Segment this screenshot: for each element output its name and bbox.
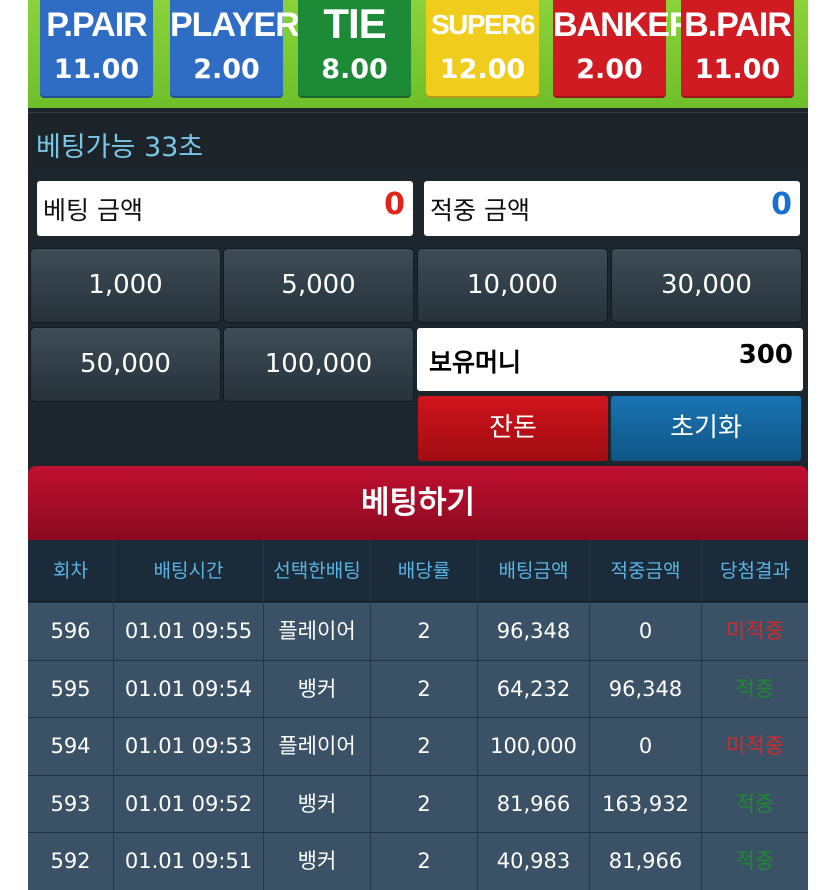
betting-status-bar: 베팅가능 33초 [28,112,808,172]
win-amount-label: 적중 금액 [430,196,530,225]
balance-label: 보유머니 [429,348,522,377]
bet-option-odds: 11.00 [53,54,140,85]
cell-result: 미적중 [701,718,808,776]
bet-option-name: SUPER6 [430,9,536,40]
chip-100000-button[interactable]: 100,000 [223,327,414,402]
cell-bet: 64,232 [477,660,589,718]
chip-50000-button[interactable]: 50,000 [30,327,221,402]
cell-time: 01.01 09:53 [113,718,263,776]
cell-result: 미적중 [701,603,808,660]
bet-option-banker[interactable]: BANKER 2.00 [553,0,693,98]
bet-option-odds: 11.00 [694,54,781,85]
reset-button[interactable]: 초기화 [611,396,801,461]
betting-countdown: 베팅가능 33초 [36,132,204,163]
bet-amount-value: 0 [384,187,405,222]
cell-time: 01.01 09:55 [113,603,263,660]
cell-round: 593 [50,791,91,816]
cell-win: 163,932 [589,775,701,833]
cell-result: 적중 [701,833,808,890]
cell-pick: 플레이어 [263,718,370,776]
cell-time: 01.01 09:52 [113,775,263,833]
bet-option-super6[interactable]: SUPER6 12.00 [426,0,539,98]
chip-5000-button[interactable]: 5,000 [223,248,414,323]
cell-win: 81,966 [589,833,701,890]
cell-time: 01.01 09:54 [113,660,263,718]
table-row: 593 01.01 09:52 뱅커 2 81,966 163,932 적중 [28,774,808,833]
cell-win: 0 [589,603,701,660]
bet-amount-label: 베팅 금액 [43,196,143,225]
bet-option-name: TIE [323,0,386,47]
header-win: 적중금액 [589,540,701,602]
cell-result: 적중 [701,775,808,833]
bet-option-name: BANKER [553,6,693,44]
change-button[interactable]: 잔돈 [418,396,608,461]
bet-option-banker-pair[interactable]: B.PAIR 11.00 [681,0,794,98]
cell-bet: 81,966 [477,775,589,833]
cell-round: 594 [50,734,91,759]
cell-round: 592 [50,849,91,874]
bet-option-name: B.PAIR [684,6,792,44]
cell-pick: 뱅커 [263,775,370,833]
cell-pick: 뱅커 [263,833,370,890]
cell-round: 595 [50,676,91,701]
win-amount-box: 적중 금액 0 [424,181,800,236]
bet-option-odds: 2.00 [576,54,643,85]
cell-odds: 2 [370,775,477,833]
bet-option-name: P.PAIR [46,6,147,44]
odds-bar: P.PAIR 11.00 PLAYER 2.00 TIE 8.00 SUPER6… [28,0,808,108]
header-odds: 배당률 [370,540,477,602]
cell-win: 0 [589,718,701,776]
bet-amount-box: 베팅 금액 0 [37,181,413,236]
header-time: 배팅시간 [113,540,263,602]
bet-option-tie[interactable]: TIE 8.00 [298,0,411,98]
cell-round: 596 [50,619,91,643]
cell-time: 01.01 09:51 [113,833,263,890]
cell-bet: 40,983 [477,833,589,890]
table-header: 회차 배팅시간 선택한배팅 배당률 배팅금액 적중금액 당첨결과 [28,540,808,602]
baccarat-betting-panel: P.PAIR 11.00 PLAYER 2.00 TIE 8.00 SUPER6… [28,0,808,890]
chip-1000-button[interactable]: 1,000 [30,248,221,323]
bet-option-name: PLAYER [170,6,300,44]
header-round: 회차 [53,560,88,582]
table-row: 592 01.01 09:51 뱅커 2 40,983 81,966 적중 [28,832,808,890]
cell-result: 적중 [701,660,808,718]
bet-option-player[interactable]: PLAYER 2.00 [170,0,300,98]
place-bet-button[interactable]: 베팅하기 [28,466,808,540]
cell-odds: 2 [370,660,477,718]
chip-10000-button[interactable]: 10,000 [417,248,608,323]
balance-box: 보유머니 300 [417,328,803,391]
header-result: 당첨결과 [701,540,808,602]
table-row: 596 01.01 09:55 플레이어 2 96,348 0 미적중 [28,602,808,660]
win-amount-value: 0 [771,187,792,222]
cell-odds: 2 [370,833,477,890]
table-row: 595 01.01 09:54 뱅커 2 64,232 96,348 적중 [28,659,808,718]
cell-odds: 2 [370,718,477,776]
bet-option-odds: 2.00 [193,54,260,85]
table-row: 594 01.01 09:53 플레이어 2 100,000 0 미적중 [28,717,808,776]
cell-pick: 플레이어 [263,603,370,660]
chip-30000-button[interactable]: 30,000 [611,248,802,323]
cell-win: 96,348 [589,660,701,718]
cell-bet: 96,348 [477,603,589,660]
bet-option-odds: 8.00 [321,54,388,85]
cell-bet: 100,000 [477,718,589,776]
bet-option-odds: 12.00 [439,54,526,85]
header-bet: 배팅금액 [477,540,589,602]
cell-odds: 2 [370,603,477,660]
header-pick: 선택한배팅 [263,540,370,602]
cell-pick: 뱅커 [263,660,370,718]
bet-history-table: 회차 배팅시간 선택한배팅 배당률 배팅금액 적중금액 당첨결과 596 01.… [28,540,808,890]
bet-option-player-pair[interactable]: P.PAIR 11.00 [40,0,153,98]
balance-value: 300 [738,340,793,370]
